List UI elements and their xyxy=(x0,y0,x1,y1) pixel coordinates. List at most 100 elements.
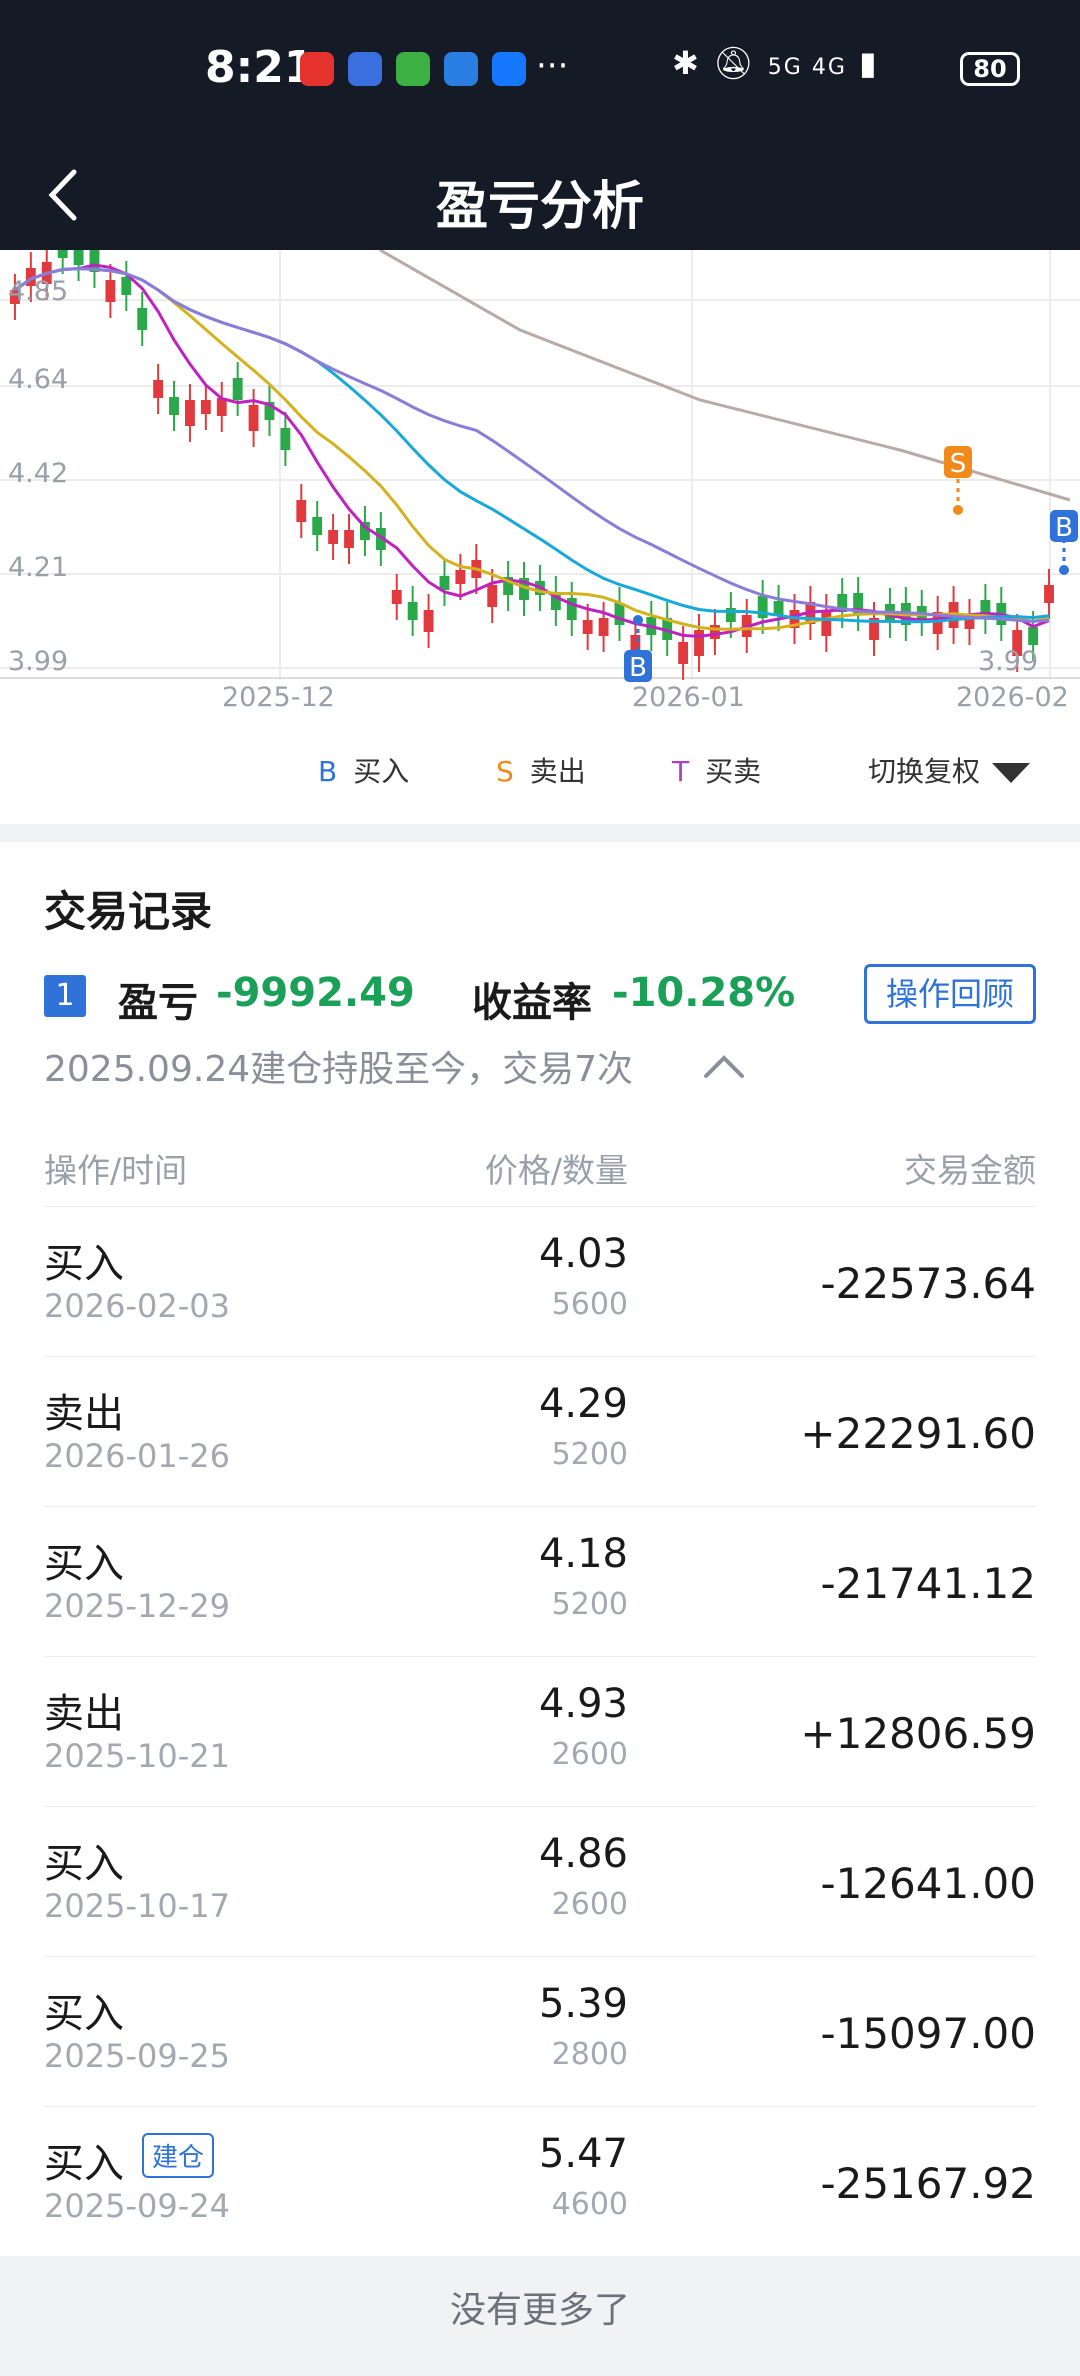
candle-body xyxy=(773,601,784,615)
switch-adjustment-button[interactable]: 切换复权 xyxy=(868,750,1031,790)
dropdown-triangle-icon xyxy=(992,763,1031,783)
y-axis-right-label: 3.99 xyxy=(978,646,1039,677)
pl-summary: 1 盈亏 -9992.49 收益率 -10.28% 操作回顾 xyxy=(44,964,1044,1026)
table-row[interactable]: 买入 2025-10-17 4.86 2600 -12641.00 xyxy=(44,1806,1036,1956)
section-title: 交易记录 xyxy=(44,887,213,936)
switch-adjustment-label: 切换复权 xyxy=(868,755,981,788)
y-axis-label: 4.42 xyxy=(8,458,69,489)
legend-buy-key: B xyxy=(318,755,338,788)
candle-body xyxy=(185,400,195,426)
col-price-qty: 价格/数量 xyxy=(484,1151,628,1190)
candle-body xyxy=(407,602,418,620)
operation-review-button[interactable]: 操作回顾 xyxy=(864,964,1036,1024)
table-row[interactable]: 买入 2025-09-25 5.39 2800 -15097.00 xyxy=(44,1956,1036,2106)
table-row[interactable]: 卖出 2026-01-26 4.29 5200 +22291.60 xyxy=(44,1356,1036,1506)
candle-body xyxy=(57,250,68,258)
kline-chart-svg: B S B xyxy=(0,250,1080,683)
row-quantity: 5200 xyxy=(551,1437,628,1472)
x-axis-label: 2026-01 xyxy=(632,682,745,713)
index-badge: 1 xyxy=(44,975,86,1017)
candle-body xyxy=(200,400,211,414)
legend-buy-label: 买入 xyxy=(353,755,410,788)
marker-dot xyxy=(1059,565,1069,575)
y-axis-label: 3.99 xyxy=(8,646,69,677)
row-price: 5.47 xyxy=(538,2131,628,2177)
y-axis-label: 4.64 xyxy=(8,364,69,395)
candle-body xyxy=(614,603,625,625)
row-date: 2026-01-26 xyxy=(44,1437,230,1475)
more-notifications-icon: ··· xyxy=(536,46,569,86)
row-amount: -22573.64 xyxy=(820,1259,1036,1308)
candle-body xyxy=(439,576,450,590)
col-amount: 交易金额 xyxy=(904,1151,1036,1190)
system-status-icons: ✱ 🔕︎ 5G 4G ▮ xyxy=(672,44,879,82)
row-quantity: 5600 xyxy=(551,1287,628,1322)
candle-body xyxy=(1028,627,1039,645)
kline-chart[interactable]: B S B 4.85 4.64 4.42 4.21 3.99 3.99 2025-1… xyxy=(0,250,1080,730)
candle-body xyxy=(694,630,704,656)
row-date: 2025-09-24 xyxy=(44,2187,230,2225)
pl-label: 盈亏 xyxy=(118,980,198,1026)
row-price: 4.86 xyxy=(538,1831,628,1877)
candle-body xyxy=(296,500,307,522)
return-rate-value: -10.28% xyxy=(612,970,796,1016)
table-row[interactable]: 买入 2026-02-03 4.03 5600 -22573.64 xyxy=(44,1206,1036,1356)
network-label: 5G 4G xyxy=(767,55,847,80)
return-rate-label: 收益率 xyxy=(472,980,592,1026)
bluetooth-icon: ✱ xyxy=(672,44,701,82)
ma20-line xyxy=(14,267,1050,624)
row-operation: 买入 xyxy=(44,1991,124,2037)
row-operation: 买入 xyxy=(44,1541,124,1587)
trade-list: 买入 2026-02-03 4.03 5600 -22573.64 卖出 202… xyxy=(44,1206,1036,2256)
x-axis-label: 2025-12 xyxy=(222,682,335,713)
candle-body xyxy=(312,517,323,535)
candle-body xyxy=(73,250,84,265)
app-notification-icon xyxy=(444,52,478,86)
legend-sell-label: 卖出 xyxy=(529,755,586,788)
signal-icon: ▮ xyxy=(859,44,879,82)
app-notification-icon xyxy=(396,52,430,86)
candle-body xyxy=(821,610,832,636)
nav-header: 盈亏分析 xyxy=(0,140,1080,250)
row-quantity: 4600 xyxy=(551,2187,628,2222)
row-price: 5.39 xyxy=(538,1981,628,2027)
ma30-line xyxy=(14,267,1050,623)
open-position-tag: 建仓 xyxy=(142,2133,215,2178)
candle-body xyxy=(598,618,609,636)
row-amount: +22291.60 xyxy=(800,1409,1036,1458)
trade-marker-letter: S xyxy=(950,449,967,479)
row-operation: 买入 xyxy=(44,1241,124,1287)
legend-trade-label: 买卖 xyxy=(705,755,762,788)
collapse-caret-icon[interactable] xyxy=(702,1050,746,1080)
candle-body xyxy=(423,610,434,632)
table-row[interactable]: 买入 建仓 2025-09-24 5.47 4600 -25167.92 xyxy=(44,2106,1036,2256)
table-row[interactable]: 买入 2025-12-29 4.18 5200 -21741.12 xyxy=(44,1506,1036,1656)
legend-buy: B 买入 xyxy=(318,750,409,790)
candle-body xyxy=(344,530,354,548)
row-quantity: 2600 xyxy=(551,1737,628,1772)
ma5-line xyxy=(14,263,1050,638)
row-operation: 买入 xyxy=(44,2141,124,2187)
candle-body xyxy=(455,570,466,584)
candle-body xyxy=(121,277,132,295)
row-amount: +12806.59 xyxy=(800,1709,1036,1758)
legend-sell-key: S xyxy=(496,755,514,788)
row-operation: 卖出 xyxy=(44,1691,124,1737)
table-row[interactable]: 卖出 2025-10-21 4.93 2600 +12806.59 xyxy=(44,1656,1036,1806)
row-amount: -15097.00 xyxy=(820,2009,1036,2058)
col-op-time: 操作/时间 xyxy=(44,1151,188,1190)
candle-body xyxy=(487,585,498,607)
candle-body xyxy=(105,280,116,302)
y-axis-label: 4.21 xyxy=(8,552,69,583)
notification-icons xyxy=(300,52,526,86)
candle-body xyxy=(232,378,243,400)
app-notification-icon xyxy=(300,52,334,86)
legend-sell: S 卖出 xyxy=(496,750,586,790)
row-amount: -25167.92 xyxy=(820,2159,1036,2208)
row-price: 4.93 xyxy=(538,1681,628,1727)
app-notification-icon xyxy=(348,52,382,86)
legend-trade-key: T xyxy=(672,755,690,788)
row-amount: -21741.12 xyxy=(820,1559,1036,1608)
row-date: 2025-10-17 xyxy=(44,1887,230,1925)
x-axis-label: 2026-02 xyxy=(956,682,1069,713)
